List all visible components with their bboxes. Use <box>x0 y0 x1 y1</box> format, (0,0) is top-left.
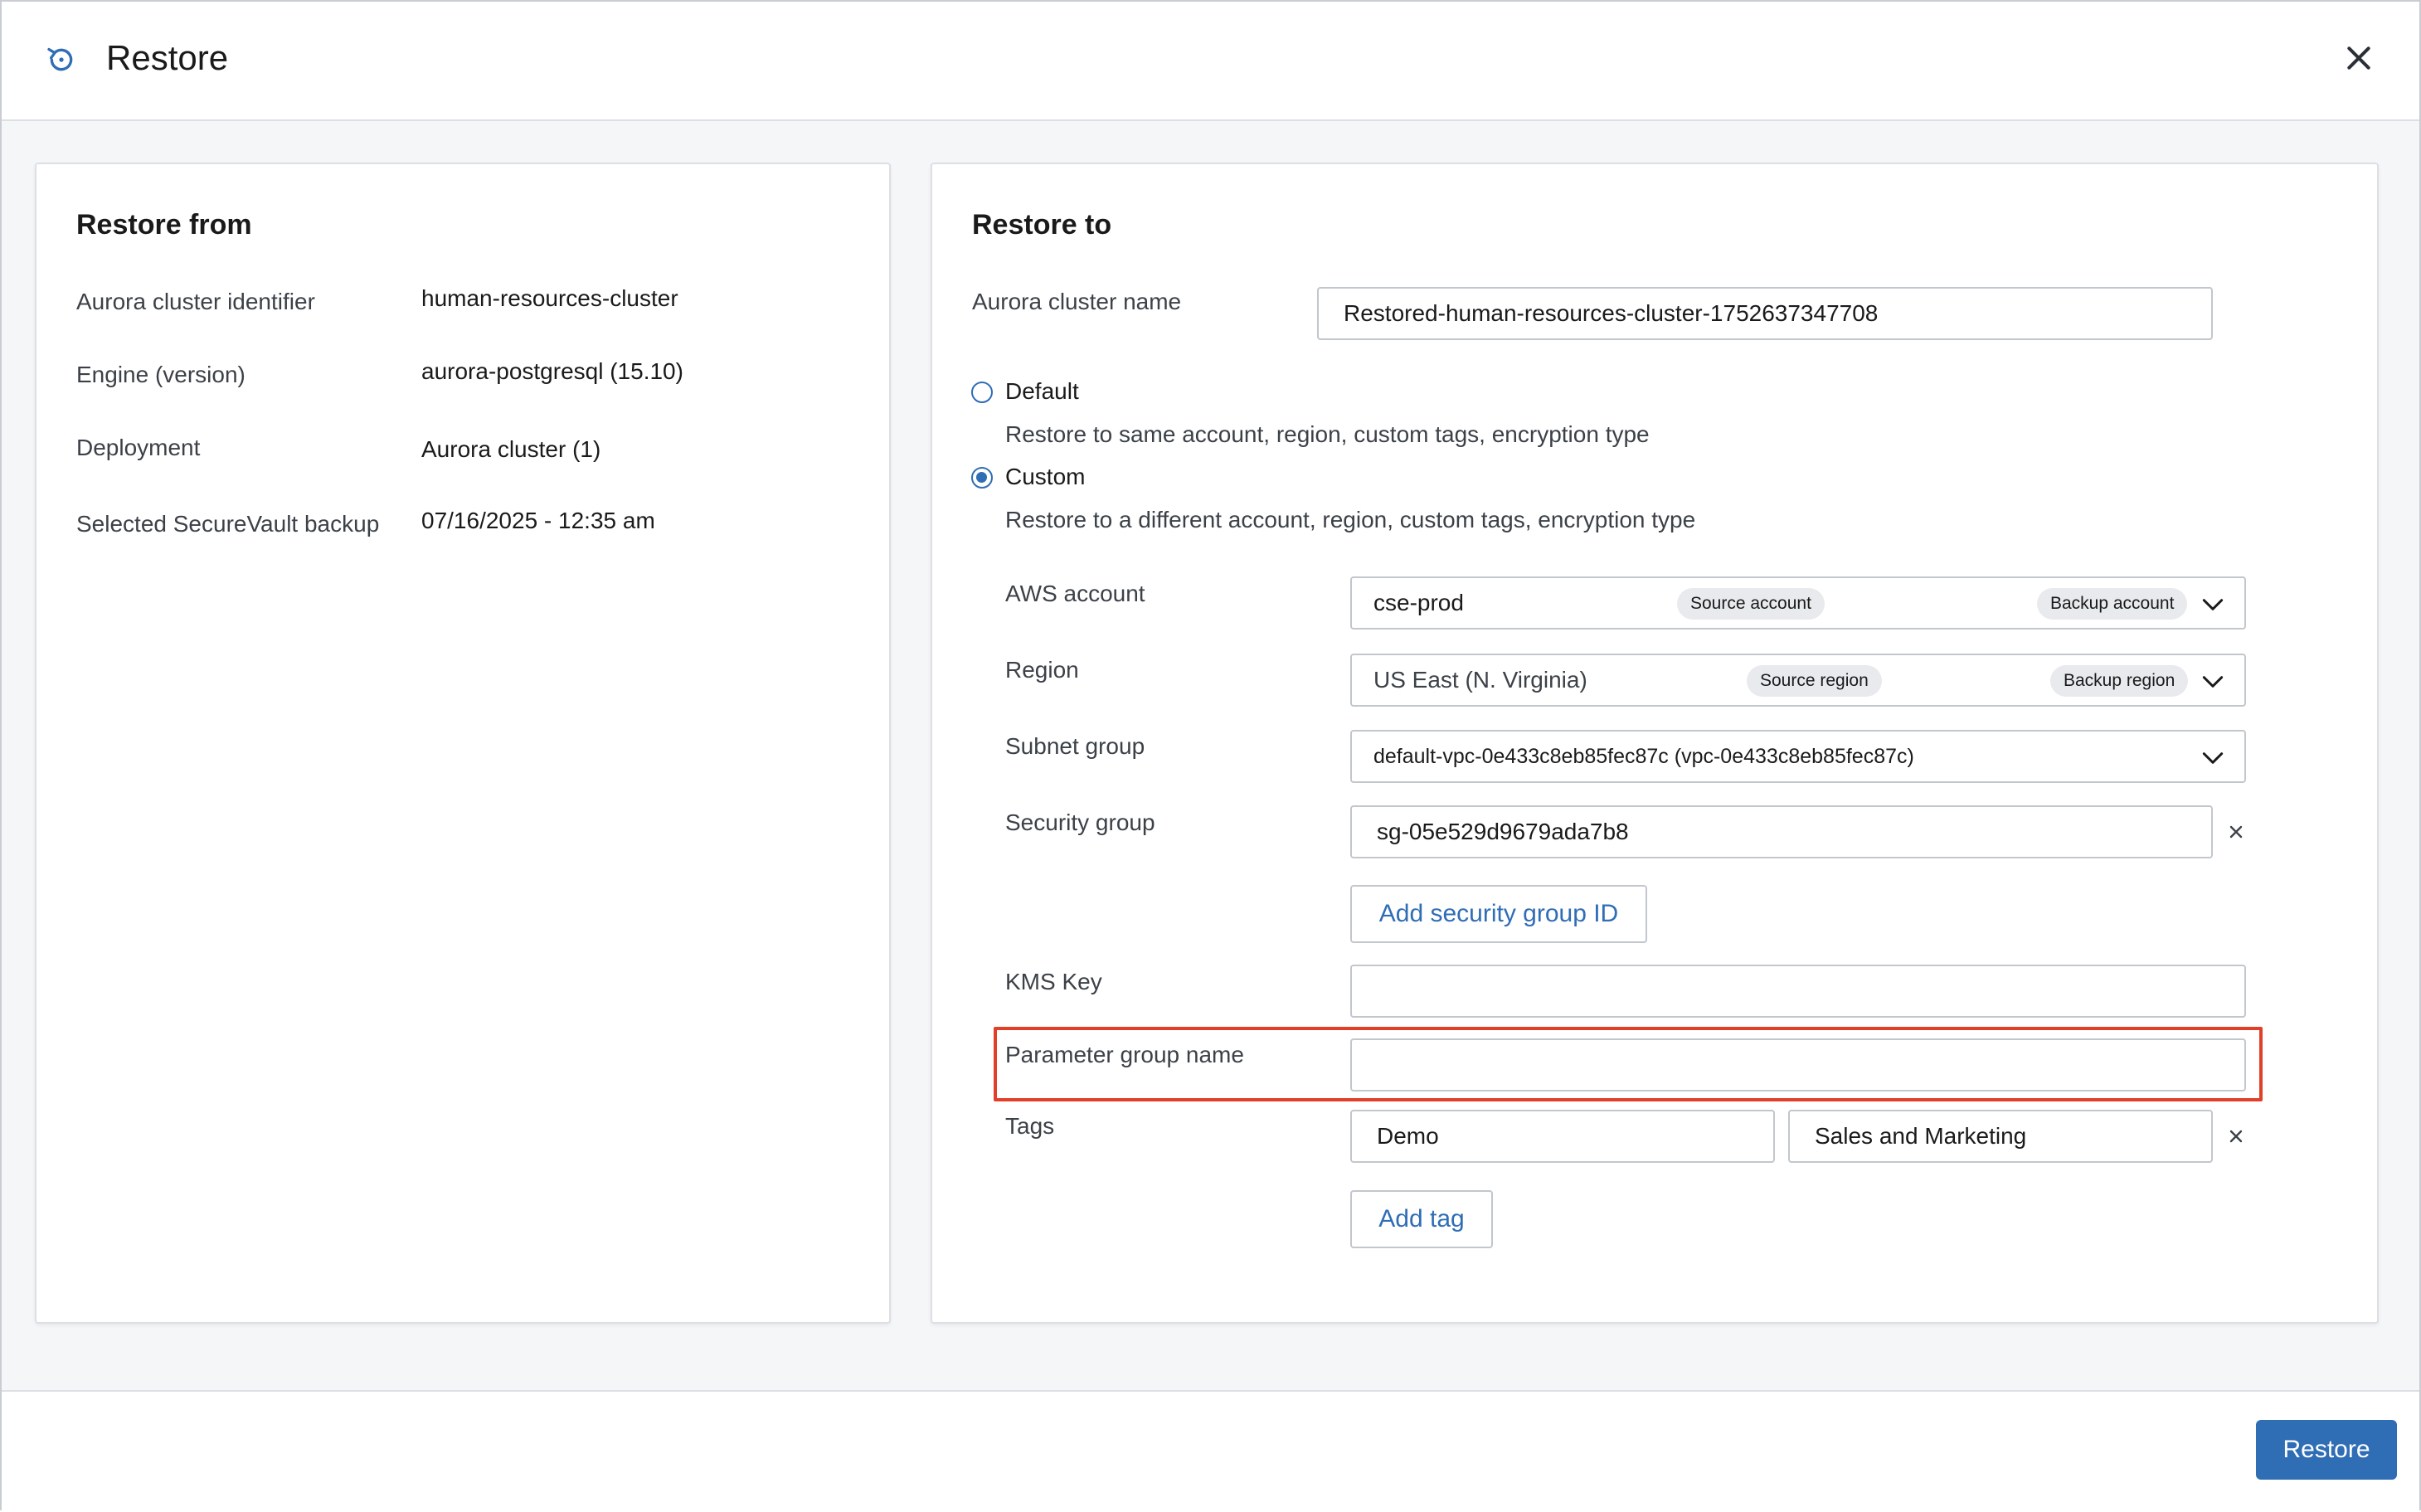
backup-label: Selected SecureVault backup <box>76 511 380 537</box>
restore-from-heading: Restore from <box>76 209 252 241</box>
aws-account-select[interactable]: cse-prod Source account Backup account <box>1350 576 2246 630</box>
region-value: US East (N. Virginia) <box>1373 667 1587 693</box>
restore-to-heading: Restore to <box>972 209 1112 241</box>
chevron-down-icon <box>2202 676 2224 688</box>
custom-radio[interactable] <box>971 467 993 489</box>
cluster-name-label: Aurora cluster name <box>972 289 1182 314</box>
backup-account-chip: Backup account <box>2037 588 2188 620</box>
restore-dialog: Restore Restore from Aurora cluster iden… <box>0 0 2421 1512</box>
aws-account-label: AWS account <box>1005 581 1145 606</box>
security-group-input[interactable]: sg-05e529d9679ada7b8 <box>1350 805 2213 858</box>
dialog-footer <box>2 1390 2419 1512</box>
restore-history-icon <box>47 47 73 71</box>
aws-account-value: cse-prod <box>1373 590 1464 615</box>
dialog-header: Restore <box>2 2 2419 121</box>
tags-label: Tags <box>1005 1113 1055 1139</box>
chevron-down-icon <box>2202 599 2224 610</box>
restore-button[interactable]: Restore <box>2256 1420 2397 1480</box>
region-select[interactable]: US East (N. Virginia) Source region Back… <box>1350 654 2246 707</box>
backup-value: 07/16/2025 - 12:35 am <box>421 508 655 533</box>
custom-radio-label: Custom <box>1005 464 1086 489</box>
engine-label: Engine (version) <box>76 362 246 387</box>
source-account-chip: Source account <box>1677 588 1825 620</box>
subnet-group-value: default-vpc-0e433c8eb85fec87c (vpc-0e433… <box>1373 744 1914 768</box>
security-group-label: Security group <box>1005 809 1155 835</box>
restore-from-panel: Restore from Aurora cluster identifier h… <box>35 163 891 1324</box>
remove-security-group-icon[interactable] <box>2226 822 2246 842</box>
default-radio-label: Default <box>1005 378 1079 404</box>
chevron-down-icon <box>2202 752 2224 764</box>
add-tag-button[interactable]: Add tag <box>1350 1190 1493 1248</box>
remove-tag-icon[interactable] <box>2226 1126 2246 1146</box>
close-icon[interactable] <box>2342 41 2375 75</box>
kms-key-label: KMS Key <box>1005 969 1102 994</box>
cluster-identifier-label: Aurora cluster identifier <box>76 289 315 314</box>
engine-value: aurora-postgresql (15.10) <box>421 358 683 384</box>
deployment-label: Deployment <box>76 435 201 460</box>
backup-region-chip: Backup region <box>2050 665 2189 697</box>
deployment-value: Aurora cluster (1) <box>421 436 601 462</box>
parameter-group-label: Parameter group name <box>1005 1042 1244 1067</box>
subnet-group-label: Subnet group <box>1005 733 1145 759</box>
default-radio[interactable] <box>971 382 993 403</box>
add-security-group-button[interactable]: Add security group ID <box>1350 885 1647 943</box>
default-description: Restore to same account, region, custom … <box>1005 421 1650 447</box>
subnet-group-select[interactable]: default-vpc-0e433c8eb85fec87c (vpc-0e433… <box>1350 730 2246 783</box>
cluster-name-input[interactable]: Restored-human-resources-cluster-1752637… <box>1317 287 2213 340</box>
cluster-identifier-value: human-resources-cluster <box>421 285 678 311</box>
tag-key-input[interactable]: Demo <box>1350 1110 1775 1163</box>
custom-description: Restore to a different account, region, … <box>1005 507 1696 532</box>
region-label: Region <box>1005 657 1079 683</box>
parameter-group-input[interactable] <box>1350 1038 2246 1091</box>
kms-key-input[interactable] <box>1350 965 2246 1018</box>
dialog-title: Restore <box>106 38 229 77</box>
source-region-chip: Source region <box>1747 665 1882 697</box>
tag-value-input[interactable]: Sales and Marketing <box>1788 1110 2213 1163</box>
